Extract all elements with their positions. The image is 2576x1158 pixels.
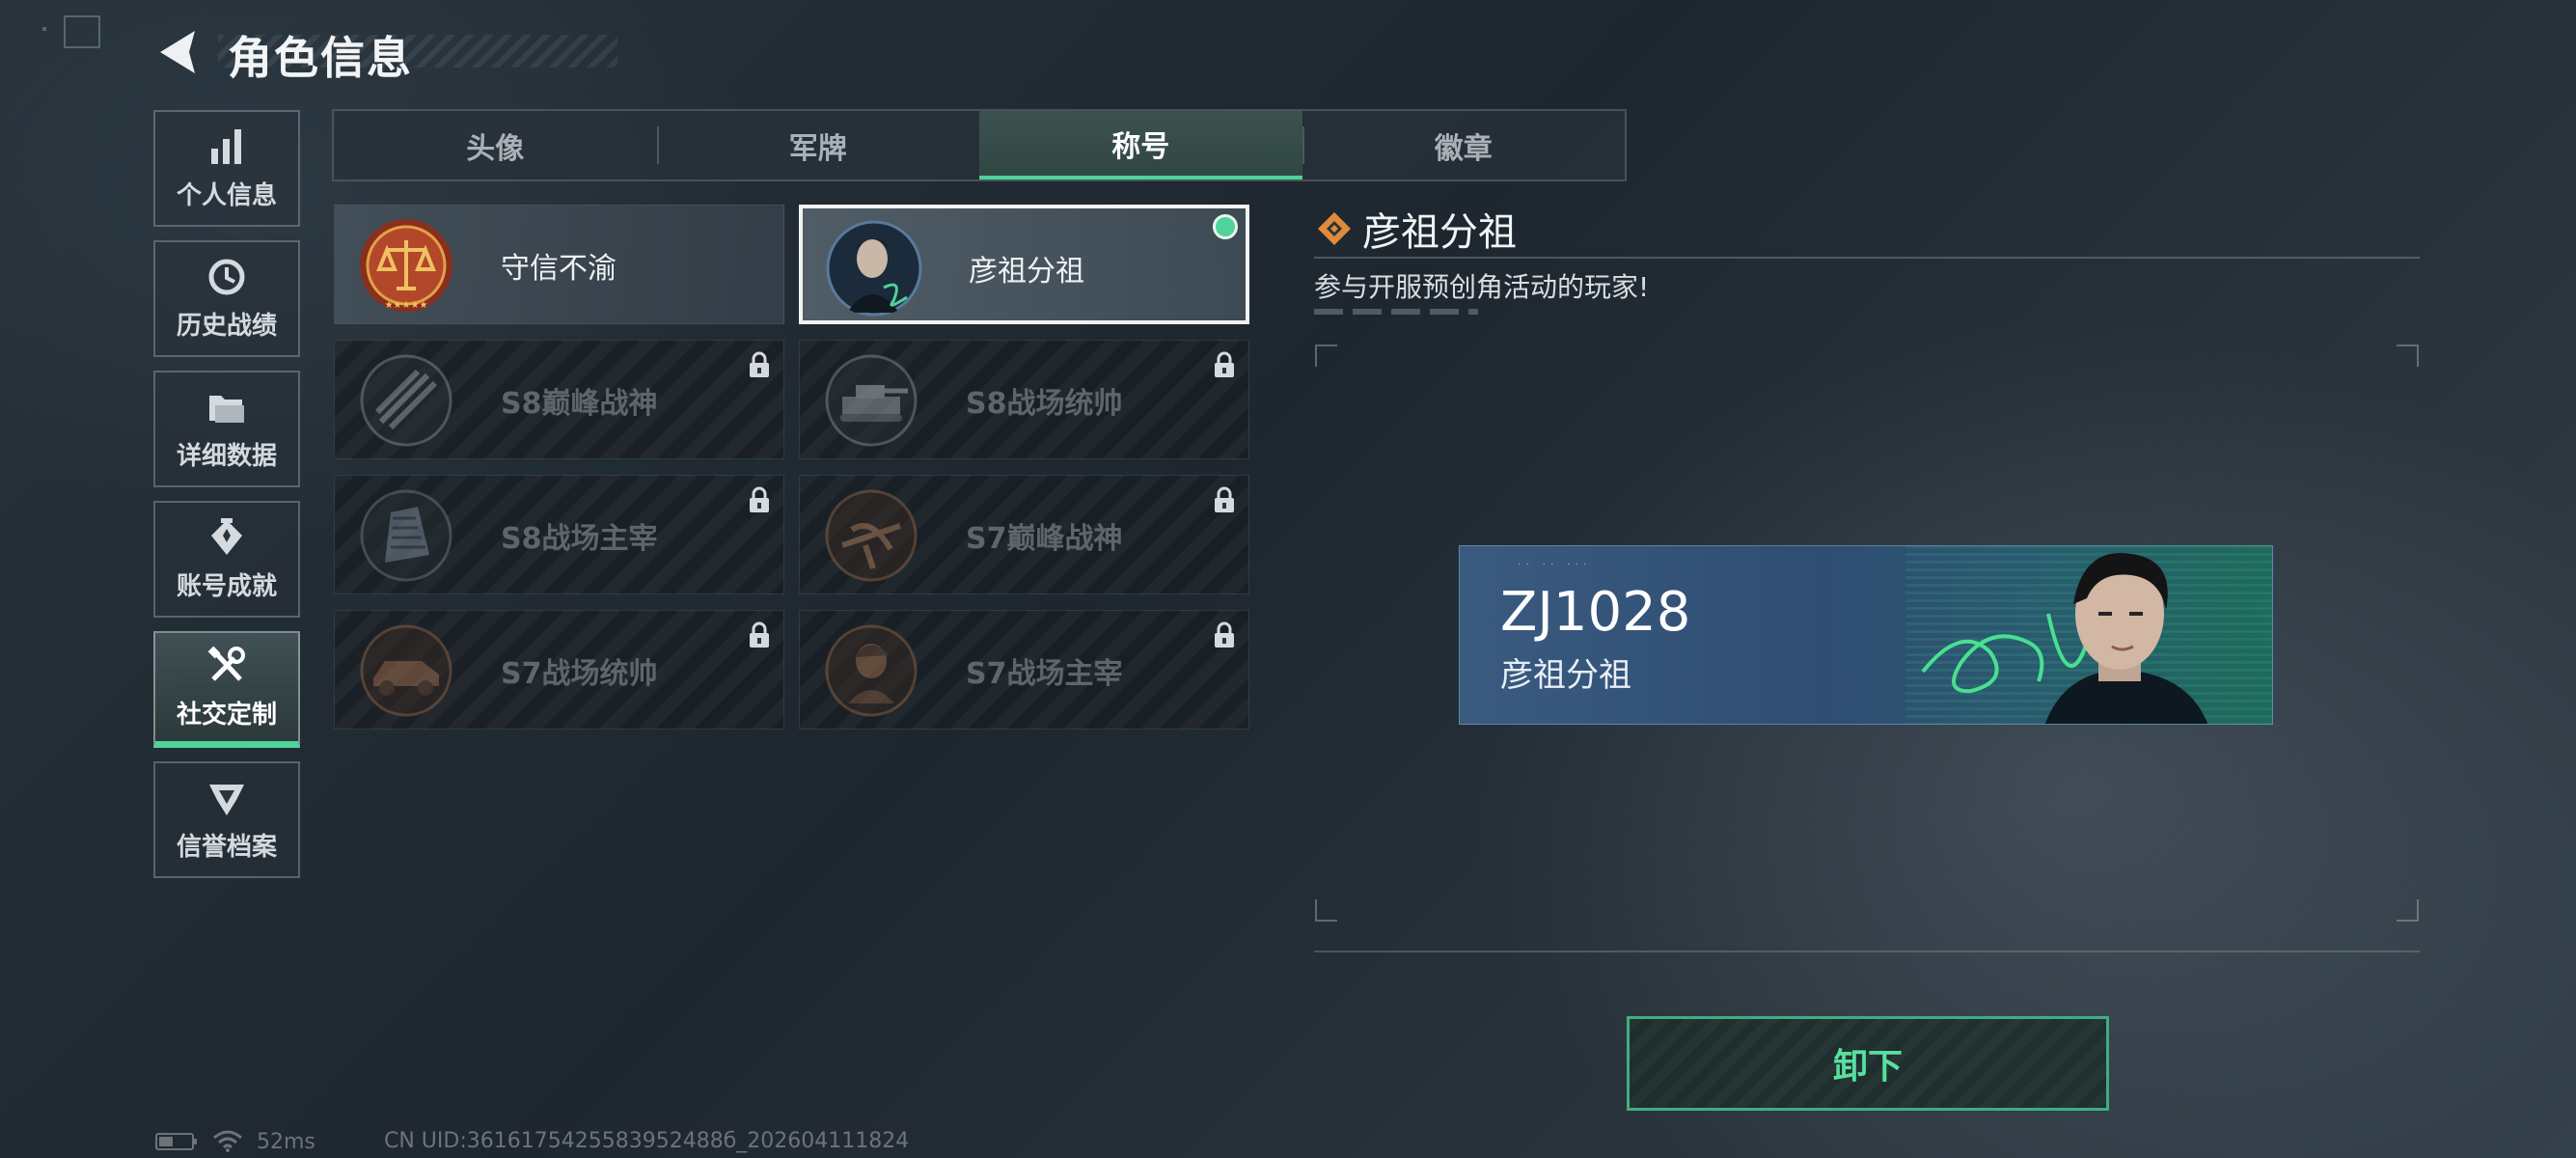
credit-shield-icon xyxy=(209,785,244,815)
tab-badge[interactable]: 徽章 xyxy=(1302,111,1626,179)
corner-mark xyxy=(64,15,100,48)
nav-label: 信誉档案 xyxy=(176,833,277,862)
divider xyxy=(1314,257,2420,259)
battery-icon xyxy=(155,1133,197,1150)
history-clock-icon xyxy=(208,259,245,295)
svg-text:★★★★★: ★★★★★ xyxy=(385,300,428,311)
lock-icon xyxy=(750,486,769,512)
title-label: 守信不渝 xyxy=(501,252,617,286)
corner-mark xyxy=(42,27,46,31)
title-card-s8-commander[interactable]: S8战场统帅 xyxy=(799,340,1249,459)
lock-icon xyxy=(1215,486,1234,512)
portrait-icon xyxy=(2044,553,2208,724)
building-medal-icon xyxy=(360,489,452,582)
title-card-s7-commander[interactable]: S7战场统帅 xyxy=(334,610,784,730)
folder-icon xyxy=(209,396,244,423)
nameplate-title: 彦祖分祖 xyxy=(1500,656,1631,695)
detail-description: 参与开服预创角活动的玩家! xyxy=(1314,271,1650,303)
title-label: S7巅峰战神 xyxy=(966,522,1123,556)
nameplate-player-id: ZJ1028 xyxy=(1500,581,1691,644)
nav-item-credit-record[interactable]: 信誉档案 xyxy=(153,761,300,878)
lock-icon xyxy=(1215,351,1234,377)
wifi-icon xyxy=(213,1130,242,1152)
nav-label: 账号成就 xyxy=(176,572,277,601)
back-arrow-icon[interactable] xyxy=(152,27,201,77)
portrait-emblem-icon xyxy=(826,220,922,317)
tools-icon xyxy=(207,646,245,681)
nav-item-detailed-data[interactable]: 详细数据 xyxy=(153,371,300,487)
lock-icon xyxy=(750,351,769,377)
status-bar: 52ms xyxy=(154,1129,315,1154)
title-label: S7战场主宰 xyxy=(966,657,1123,691)
vehicle-medal-icon xyxy=(360,624,452,717)
tab-bar: 头像 军牌 称号 徽章 xyxy=(332,109,1627,181)
title-card-s8-peak[interactable]: S8巅峰战神 xyxy=(334,340,784,459)
rifles-medal-icon xyxy=(360,354,452,447)
divider xyxy=(1314,951,2420,952)
title-label: S8战场统帅 xyxy=(966,387,1123,421)
bar-chart-icon xyxy=(211,129,241,164)
nav-label: 历史战绩 xyxy=(176,312,277,341)
tab-dogtag[interactable]: 军牌 xyxy=(656,111,980,179)
nav-label: 详细数据 xyxy=(176,442,277,471)
lock-icon xyxy=(1215,621,1234,648)
uid-text: CN UID:3616175425583952488б_202604111824 xyxy=(384,1129,910,1153)
title-label: S8战场主宰 xyxy=(501,522,658,556)
nav-item-achievements[interactable]: 账号成就 xyxy=(153,501,300,618)
title-label: S7战场统帅 xyxy=(501,657,658,691)
nav-item-history[interactable]: 历史战绩 xyxy=(153,240,300,357)
nav-label: 社交定制 xyxy=(176,700,277,730)
nav-item-social-custom[interactable]: 社交定制 xyxy=(153,631,300,748)
crossbow-medal-icon xyxy=(825,489,918,582)
nameplate-preview: ·· ·· ··· ZJ1028 彦祖分祖 xyxy=(1459,545,2273,725)
unequip-button[interactable]: 卸下 xyxy=(1627,1016,2109,1111)
nav-item-personal-info[interactable]: 个人信息 xyxy=(153,110,300,227)
title-card-s7-dominator[interactable]: S7战场主宰 xyxy=(799,610,1249,730)
decorative-bars xyxy=(1314,309,1478,315)
detail-title: 彦祖分祖 xyxy=(1362,210,1517,255)
nameplate-decor-text: ·· ·· ··· xyxy=(1518,558,1592,570)
achievement-icon xyxy=(211,518,242,555)
ping-text: 52ms xyxy=(257,1129,315,1154)
tab-title[interactable]: 称号 xyxy=(979,111,1302,179)
title-card-yanzu[interactable]: 彦祖分祖 xyxy=(799,205,1249,324)
soldier-medal-icon xyxy=(825,624,918,717)
equipped-indicator xyxy=(1213,214,1238,239)
scales-medal-icon: ★★★★★ xyxy=(360,219,452,312)
title-label: S8巅峰战神 xyxy=(501,387,658,421)
title-card-shouxin[interactable]: ★★★★★ 守信不渝 xyxy=(334,205,784,324)
tank-medal-icon xyxy=(825,354,918,447)
tab-avatar[interactable]: 头像 xyxy=(334,111,657,179)
title-card-s8-dominator[interactable]: S8战场主宰 xyxy=(334,475,784,594)
title-label: 彦祖分祖 xyxy=(969,255,1084,289)
title-card-s7-peak[interactable]: S7巅峰战神 xyxy=(799,475,1249,594)
diamond-icon xyxy=(1318,212,1351,245)
page-title: 角色信息 xyxy=(228,32,413,84)
nav-label: 个人信息 xyxy=(176,181,277,210)
lock-icon xyxy=(750,621,769,648)
